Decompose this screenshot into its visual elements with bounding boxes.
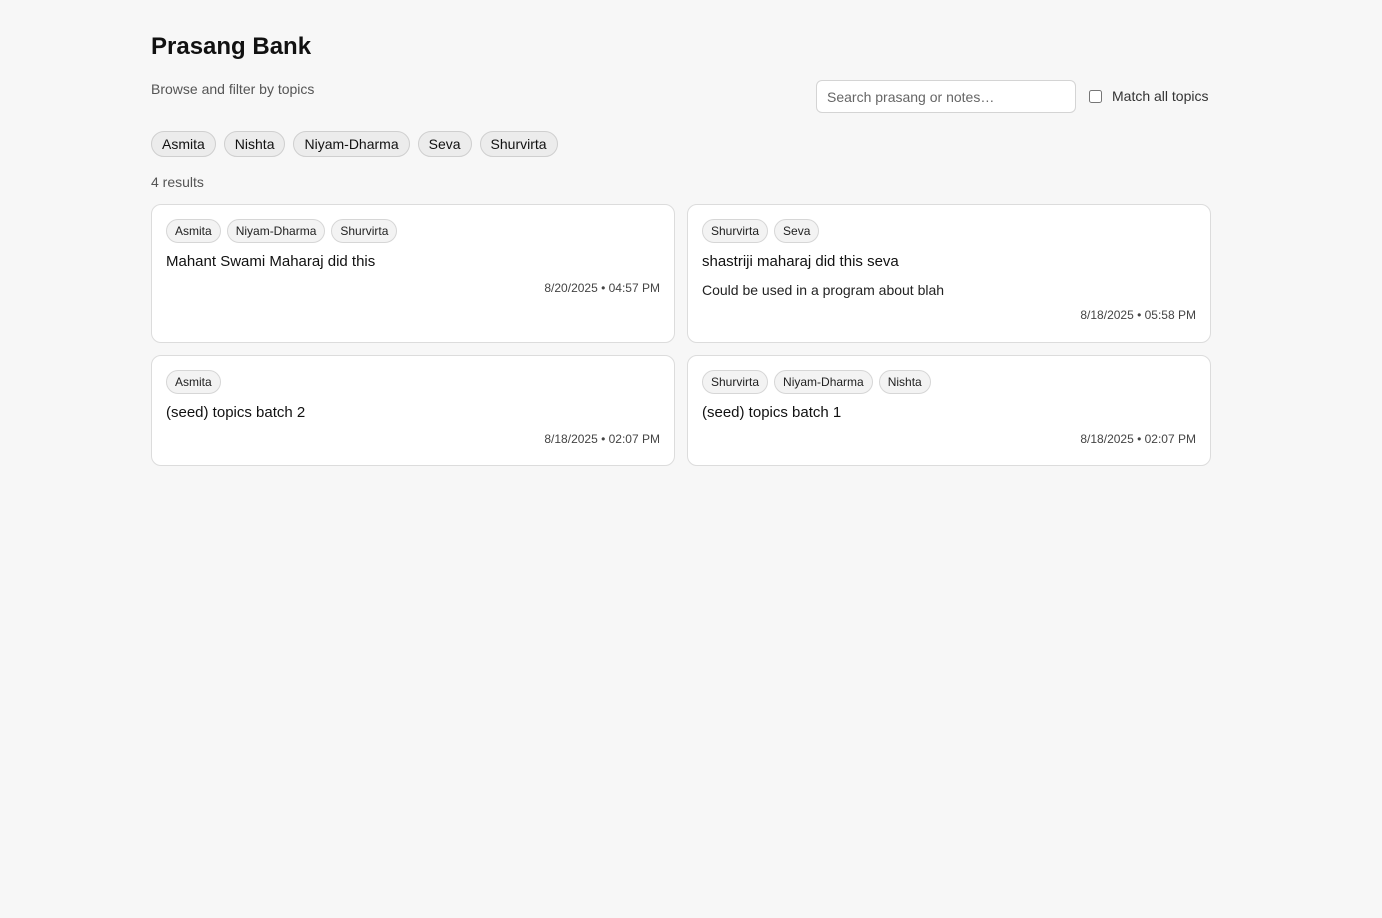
topic-filter-list: Asmita Nishta Niyam-Dharma Seva Shurvirt… [151, 131, 558, 157]
results-count: 4 results [151, 174, 204, 190]
card-tag: Asmita [166, 219, 221, 243]
card-tag-list: Shurvirta Seva [702, 219, 1196, 243]
card-title: (seed) topics batch 1 [702, 404, 842, 421]
card-tag-list: Asmita [166, 370, 660, 394]
card-tag: Shurvirta [702, 219, 769, 243]
card-title: (seed) topics batch 2 [166, 404, 306, 421]
card-date: 8/18/2025 • 02:07 PM [544, 432, 660, 446]
card-tag-list: Asmita Niyam-Dharma Shurvirta [166, 219, 660, 243]
page-title: Prasang Bank [151, 33, 312, 60]
prasang-card[interactable]: Shurvirta Seva shastriji maharaj did thi… [687, 204, 1211, 343]
card-tag: Nishta [878, 370, 931, 394]
search-input[interactable] [816, 80, 1076, 113]
topic-filter-asmita[interactable]: Asmita [151, 131, 216, 157]
match-all-checkbox[interactable] [1089, 89, 1102, 103]
card-date: 8/20/2025 • 04:57 PM [544, 281, 660, 295]
card-tag: Seva [774, 219, 820, 243]
topic-filter-shurvirta[interactable]: Shurvirta [479, 131, 558, 157]
prasang-card[interactable]: Shurvirta Niyam-Dharma Nishta (seed) top… [687, 355, 1211, 466]
prasang-card[interactable]: Asmita (seed) topics batch 2 8/18/2025 •… [151, 355, 675, 466]
card-title: Mahant Swami Maharaj did this [166, 253, 376, 270]
topic-filter-niyam-dharma[interactable]: Niyam-Dharma [293, 131, 410, 157]
card-date: 8/18/2025 • 05:58 PM [1080, 308, 1196, 322]
card-date: 8/18/2025 • 02:07 PM [1080, 432, 1196, 446]
page-subtitle: Browse and filter by topics [151, 81, 315, 97]
card-title: shastriji maharaj did this seva [702, 253, 899, 270]
match-all-toggle[interactable]: Match all topics [1089, 86, 1208, 106]
topic-filter-nishta[interactable]: Nishta [223, 131, 286, 157]
topic-filter-seva[interactable]: Seva [417, 131, 472, 157]
card-tag: Niyam-Dharma [774, 370, 873, 394]
card-tag: Shurvirta [702, 370, 769, 394]
prasang-card[interactable]: Asmita Niyam-Dharma Shurvirta Mahant Swa… [151, 204, 675, 343]
card-tag-list: Shurvirta Niyam-Dharma Nishta [702, 370, 1196, 394]
match-all-label: Match all topics [1112, 88, 1209, 104]
card-tag: Asmita [166, 370, 221, 394]
card-notes: Could be used in a program about blah [702, 282, 945, 298]
card-tag: Niyam-Dharma [226, 219, 326, 243]
card-tag: Shurvirta [331, 219, 398, 243]
